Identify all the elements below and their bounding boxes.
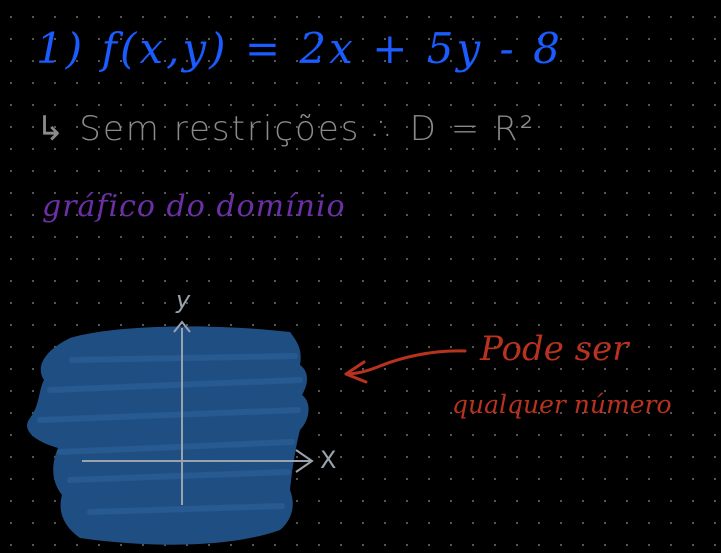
x-axis-label: X — [320, 446, 337, 474]
annotation-line-1: Pode ser — [480, 329, 629, 369]
y-axis-label: y — [176, 286, 191, 314]
dotted-canvas: 1) f(x,y) = 2x + 5y - 8 ↳ Sem restrições… — [0, 0, 721, 553]
annotation-line-2: qualquer número — [452, 390, 672, 419]
domain-graph — [27, 320, 467, 545]
